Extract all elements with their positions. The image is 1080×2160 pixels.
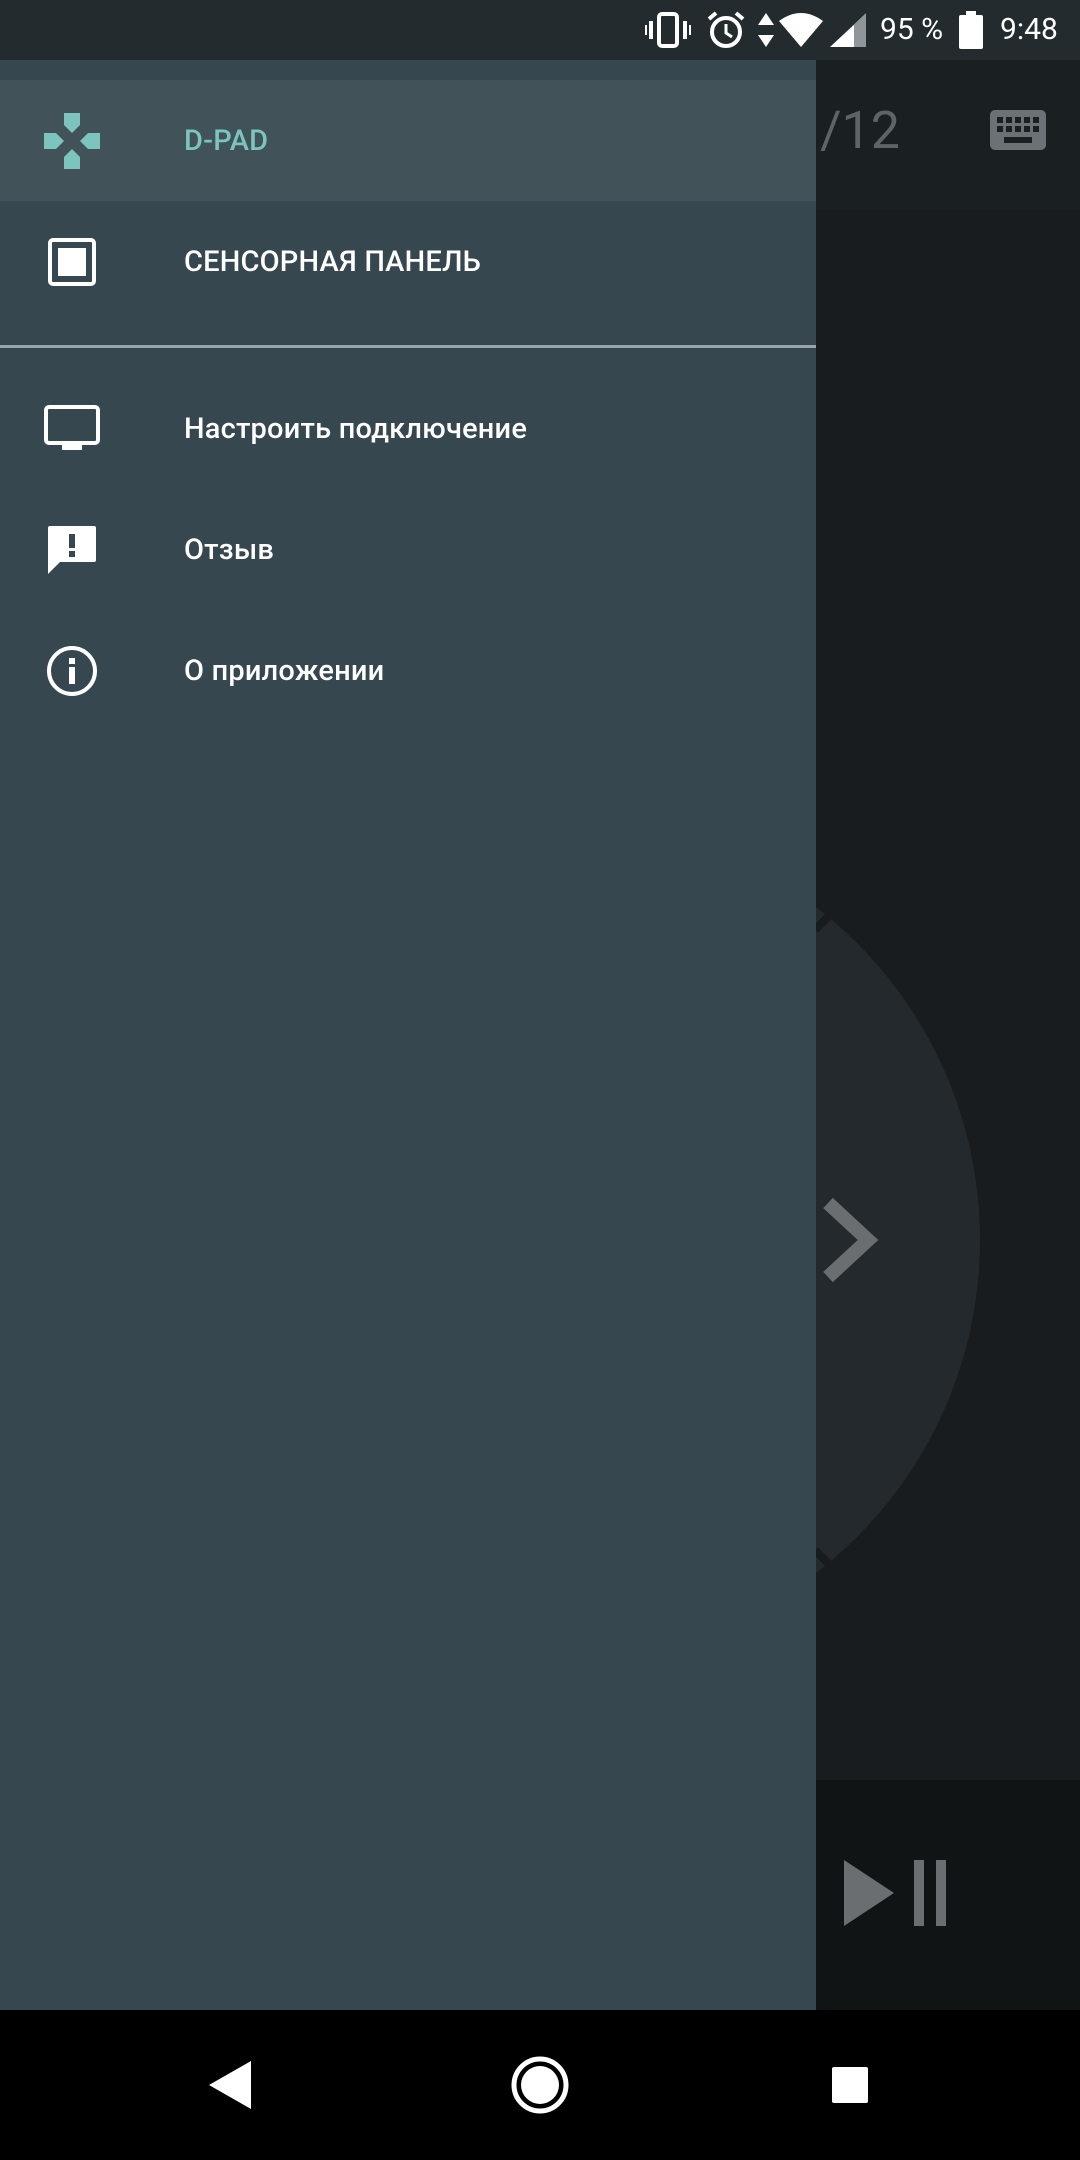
drawer-item-label: D-PAD xyxy=(184,123,269,158)
alarm-icon xyxy=(704,0,748,60)
dpad-icon xyxy=(44,80,100,201)
touchpad-icon xyxy=(44,201,100,322)
status-bar: 95 % 9:48 xyxy=(0,0,1080,60)
battery-icon xyxy=(958,0,984,60)
drawer-item-label: О приложении xyxy=(184,653,385,688)
tv-icon xyxy=(44,368,100,489)
chevron-right-icon[interactable] xyxy=(820,1195,880,1285)
drawer-item-dpad[interactable]: D-PAD xyxy=(0,80,816,201)
signal-icon xyxy=(828,0,868,60)
battery-percent: 95 % xyxy=(880,12,944,47)
keyboard-icon[interactable] xyxy=(990,110,1046,154)
recents-icon[interactable] xyxy=(790,2010,910,2160)
drawer-item-label: Отзыв xyxy=(184,532,275,567)
drawer-item-about[interactable]: О приложении xyxy=(0,610,816,731)
drawer-item-touchpad[interactable]: СЕНСОРНАЯ ПАНЕЛЬ xyxy=(0,201,816,322)
navigation-drawer: D-PAD СЕНСОРНАЯ ПАНЕЛЬ Настроить подключ… xyxy=(0,60,816,2010)
drawer-item-label: СЕНСОРНАЯ ПАНЕЛЬ xyxy=(184,244,481,279)
drawer-item-connection-settings[interactable]: Настроить подключение xyxy=(0,368,816,489)
feedback-icon xyxy=(44,489,100,610)
system-navigation-bar xyxy=(0,2010,1080,2160)
info-icon xyxy=(44,610,100,731)
vibrate-icon xyxy=(642,0,694,60)
wifi-icon xyxy=(778,0,824,60)
drawer-item-feedback[interactable]: Отзыв xyxy=(0,489,816,610)
data-arrows-icon xyxy=(756,0,776,60)
drawer-divider xyxy=(0,345,816,348)
drawer-item-label: Настроить подключение xyxy=(184,411,528,446)
home-icon[interactable] xyxy=(480,2010,600,2160)
back-icon[interactable] xyxy=(170,2010,290,2160)
play-pause-icon[interactable] xyxy=(840,1858,960,1928)
status-time: 9:48 xyxy=(1000,12,1058,47)
